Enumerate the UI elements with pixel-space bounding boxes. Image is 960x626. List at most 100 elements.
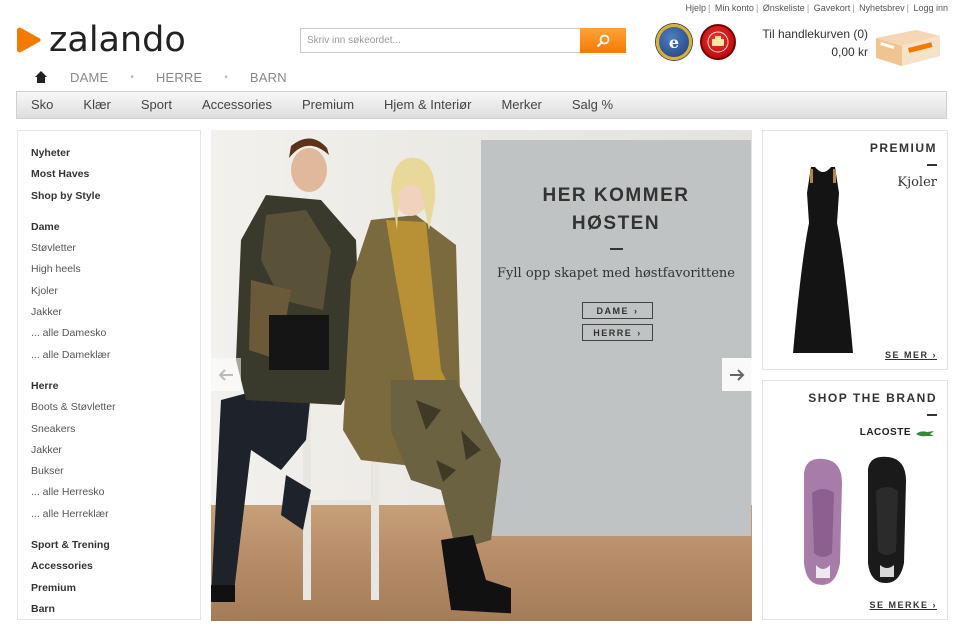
gender-nav-dame[interactable]: DAME — [70, 70, 108, 85]
sneakers-image — [804, 456, 906, 585]
sidebar-item[interactable]: High heels — [31, 259, 200, 280]
sidebar-nav: Nyheter Most Haves Shop by Style Dame St… — [17, 130, 201, 620]
sidebar-item[interactable]: ... alle Dameklær — [31, 345, 200, 366]
category-accessories[interactable]: Accessories — [187, 92, 287, 118]
sidebar-item[interactable]: ... alle Damesko — [31, 323, 200, 344]
chevron-right-icon: › — [932, 350, 937, 360]
cart-amount: 0,00 kr — [831, 45, 868, 59]
cart-label: Til handlekurven (0) — [762, 27, 868, 41]
brand-link-label: SE MERKE — [869, 600, 929, 610]
category-sport[interactable]: Sport — [126, 92, 187, 118]
arrow-right-icon — [730, 368, 745, 381]
help-link[interactable]: Hjelp — [686, 3, 707, 13]
chevron-right-icon: › — [637, 327, 642, 338]
zalando-logo-icon — [15, 27, 41, 53]
premium-link-label: SE MER — [884, 350, 929, 360]
lacoste-logo: LACOSTE — [860, 427, 935, 438]
category-hjem-interior[interactable]: Hjem & Interiør — [369, 92, 486, 118]
utility-links: Hjelp | Min konto | Ønskeliste | Gavekort | … — [686, 3, 948, 13]
sidebar-item-barn[interactable]: Barn — [31, 599, 200, 620]
zalando-logo[interactable]: zalando — [15, 22, 186, 58]
sidebar-heading-herre[interactable]: Herre — [31, 376, 200, 397]
chevron-right-icon: › — [932, 600, 937, 610]
gender-nav: DAME • HERRE • BARN — [34, 68, 309, 86]
search-icon — [596, 34, 610, 47]
gender-nav-herre[interactable]: HERRE — [156, 70, 203, 85]
carousel-prev-button[interactable] — [211, 358, 241, 391]
logo-wordmark: zalando — [49, 20, 186, 60]
sidebar-item-accessories[interactable]: Accessories — [31, 556, 200, 577]
newsletter-link[interactable]: Nyhetsbrev — [859, 3, 905, 13]
trusted-shop-badge[interactable] — [700, 24, 736, 60]
shop-the-brand-tile[interactable]: SHOP THE BRAND LACOSTE SE MERKE › — [762, 380, 948, 620]
category-merker[interactable]: Merker — [486, 92, 556, 118]
arrow-left-icon — [218, 368, 233, 381]
premium-subtitle: Kjoler — [897, 175, 937, 190]
category-salg[interactable]: Salg % — [557, 92, 628, 118]
hero-divider — [610, 248, 623, 250]
hero-subtitle: Fyll opp skapet med høstfavorittene — [497, 266, 735, 281]
sidebar-group-dame: Dame Støvletter High heels Kjoler Jakker… — [31, 217, 200, 366]
brand-see-brand-link[interactable]: SE MERKE › — [869, 600, 937, 610]
sidebar-item[interactable]: Jakker — [31, 302, 200, 323]
login-link[interactable]: Logg inn — [913, 3, 948, 13]
hero-herre-label: HERRE — [593, 327, 633, 338]
search-bar — [300, 28, 626, 53]
home-icon[interactable] — [34, 70, 48, 84]
sidebar-item[interactable]: ... alle Herresko — [31, 482, 200, 503]
separator: | — [806, 3, 810, 13]
premium-see-more-link[interactable]: SE MER › — [885, 350, 937, 360]
separator: • — [224, 71, 228, 83]
sidebar-item-premium[interactable]: Premium — [31, 578, 200, 599]
sidebar-item-sport-trening[interactable]: Sport & Trening — [31, 535, 200, 556]
sidebar-group-bottom: Sport & Trening Accessories Premium Barn — [31, 535, 200, 620]
sidebar-group-herre: Herre Boots & Støvletter Sneakers Jakker… — [31, 376, 200, 525]
brand-name: LACOSTE — [859, 427, 911, 438]
crocodile-icon — [916, 430, 934, 436]
sidebar-item-nyheter[interactable]: Nyheter — [31, 143, 200, 164]
hero-banner[interactable]: HER KOMMER HØSTEN Fyll opp skapet med hø… — [211, 130, 752, 621]
sidebar-item[interactable]: Boots & Støvletter — [31, 397, 200, 418]
cart-summary[interactable]: Til handlekurven (0) 0,00 kr — [744, 27, 868, 59]
sidebar-item[interactable]: Sneakers — [31, 419, 200, 440]
gender-nav-barn[interactable]: BARN — [250, 70, 287, 85]
sidebar-item[interactable]: Støvletter — [31, 238, 200, 259]
black-dress-image — [793, 167, 853, 353]
premium-title: PREMIUM — [869, 141, 937, 155]
carousel-next-button[interactable] — [722, 358, 752, 391]
search-button[interactable] — [580, 28, 626, 53]
sidebar-item-shop-by-style[interactable]: Shop by Style — [31, 186, 200, 207]
sidebar-heading-dame[interactable]: Dame — [31, 217, 200, 238]
premium-divider — [927, 164, 937, 166]
ekomi-badge[interactable]: e — [656, 24, 692, 60]
category-nav: Sko Klær Sport Accessories Premium Hjem … — [16, 91, 947, 119]
wishlist-link[interactable]: Ønskeliste — [763, 3, 805, 13]
category-sko[interactable]: Sko — [17, 92, 68, 118]
hero-models-image — [211, 138, 511, 614]
cart-box-icon[interactable] — [872, 22, 944, 68]
ekomi-letter: e — [668, 32, 680, 52]
search-input[interactable] — [300, 28, 580, 53]
separator: • — [130, 71, 134, 83]
hero-title-line-1: HER KOMMER — [542, 185, 690, 206]
category-premium[interactable]: Premium — [287, 92, 369, 118]
hero-herre-button[interactable]: HERRE › — [582, 324, 653, 341]
sidebar-item[interactable]: Jakker — [31, 440, 200, 461]
sidebar-group-top: Nyheter Most Haves Shop by Style — [31, 143, 200, 207]
giftcard-link[interactable]: Gavekort — [814, 3, 851, 13]
separator: | — [708, 3, 711, 13]
sidebar-item-most-haves[interactable]: Most Haves — [31, 164, 200, 185]
brand-title: SHOP THE BRAND — [808, 391, 937, 405]
premium-tile[interactable]: PREMIUM Kjoler SE MER › — [762, 130, 948, 370]
my-account-link[interactable]: Min konto — [715, 3, 754, 13]
chevron-right-icon: › — [634, 305, 639, 316]
sidebar-item[interactable]: Kjoler — [31, 281, 200, 302]
separator: | — [852, 3, 855, 13]
sidebar-item[interactable]: ... alle Herreklær — [31, 504, 200, 525]
separator: | — [906, 3, 909, 13]
category-klaer[interactable]: Klær — [68, 92, 125, 118]
hero-title-line-2: HØSTEN — [571, 213, 661, 234]
sidebar-item[interactable]: Bukser — [31, 461, 200, 482]
hero-dame-label: DAME — [596, 305, 629, 316]
hero-dame-button[interactable]: DAME › — [582, 302, 653, 319]
